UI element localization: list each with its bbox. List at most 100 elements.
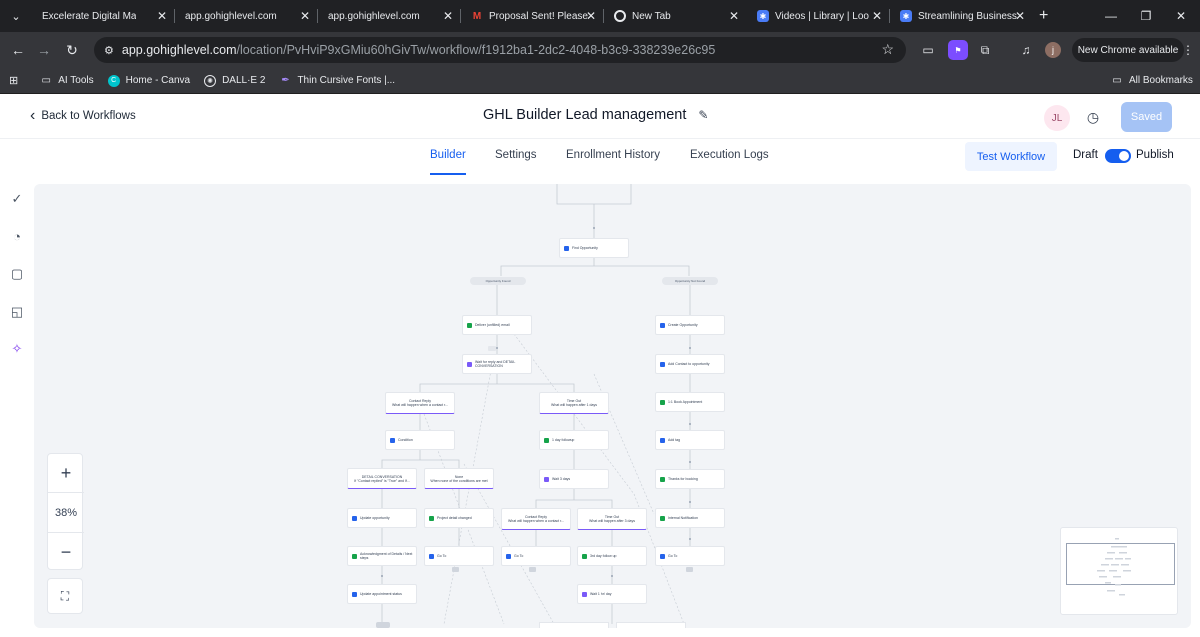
tab-execution-logs[interactable]: Execution Logs [690, 149, 769, 161]
tab-settings[interactable]: Settings [495, 149, 537, 161]
workflow-canvas[interactable]: Opportunity Found Opportunity Not Found … [34, 184, 1191, 628]
action-node[interactable]: Find Opportunity [559, 238, 629, 258]
extension-badge-icon[interactable]: ⚑ [948, 40, 968, 60]
check-circle-icon[interactable]: ✓ [9, 191, 25, 207]
browser-tab[interactable]: ✱ Videos | Library | Loo ✕ [747, 0, 890, 32]
action-node[interactable]: Create Opportunity [655, 315, 725, 335]
branch-node[interactable]: DETAIL CONVERSATION If "Contact replied" … [347, 468, 417, 489]
branch-node[interactable]: Time Out What will happen after 3 days [577, 508, 647, 530]
restore-icon[interactable]: ❐ [1127, 0, 1165, 32]
comment-icon[interactable]: ▢ [9, 266, 25, 282]
action-node[interactable]: Add tag [655, 430, 725, 450]
email-icon [352, 553, 357, 559]
close-tab-icon[interactable]: ✕ [157, 9, 167, 23]
publish-toggle[interactable] [1105, 149, 1131, 163]
folder-icon: ▭ [1112, 75, 1122, 86]
action-node[interactable]: Project detail changed [424, 508, 494, 528]
back-to-workflows-link[interactable]: ‹ Back to Workflows [30, 107, 136, 125]
close-tab-icon[interactable]: ✕ [729, 9, 739, 23]
saved-button[interactable]: Saved [1121, 102, 1172, 132]
close-tab-icon[interactable]: ✕ [586, 9, 596, 23]
pie-chart-icon[interactable]: ◔ [9, 228, 25, 244]
bookmark-dalle[interactable]: ✺ DALL·E 2 [204, 74, 265, 87]
action-node[interactable]: Wait 1 hr/ day [577, 584, 647, 604]
profile-avatar[interactable]: j [1045, 42, 1061, 58]
bookmark-star-icon[interactable]: ☆ [881, 41, 894, 58]
browser-tab[interactable]: M Proposal Sent! Please ✕ [461, 0, 604, 32]
branch-pill-found[interactable]: Opportunity Found [470, 277, 526, 285]
browser-tab[interactable]: Excelerate Digital Ma ✕ [32, 0, 175, 32]
action-node[interactable]: 1:1 Book Appointment [655, 392, 725, 412]
close-tab-icon[interactable]: ✕ [872, 9, 882, 23]
browser-tab[interactable]: app.gohighlevel.com ✕ [318, 0, 461, 32]
new-chrome-available-button[interactable]: New Chrome available [1072, 38, 1184, 62]
action-node[interactable] [539, 622, 609, 628]
node-label: Internal Notification [668, 516, 698, 520]
action-node[interactable]: Condition [385, 430, 455, 450]
test-workflow-button[interactable]: Test Workflow [965, 142, 1057, 171]
branch-node[interactable]: Contact Reply What will happen when a con… [501, 508, 571, 530]
branch-node[interactable]: None When none of the conditions are met [424, 468, 494, 489]
close-window-icon[interactable]: ✕ [1162, 0, 1200, 32]
forward-icon[interactable]: → [30, 36, 58, 64]
action-node[interactable]: Wait 3 days [539, 469, 609, 489]
action-node[interactable]: Update appointment status [347, 584, 417, 604]
action-node[interactable]: 3rd day follow up [577, 546, 647, 566]
extensions-icon[interactable]: ⧉ [975, 40, 995, 60]
bookmark-ai-tools[interactable]: ▭ AI Tools [40, 75, 93, 87]
branch-node[interactable]: Contact Reply What will happen when a con… [385, 392, 455, 414]
action-node[interactable]: Acknowledgment of Details / Next steps [347, 546, 417, 566]
tab-builder[interactable]: Builder [430, 149, 466, 175]
minimap[interactable] [1060, 527, 1178, 615]
action-node[interactable]: Go To [655, 546, 725, 566]
opportunity-icon [660, 322, 665, 328]
minimize-icon[interactable]: — [1092, 0, 1130, 32]
action-node[interactable]: Add Contact to opportunity [655, 354, 725, 374]
history-icon[interactable]: ◷ [1083, 107, 1103, 127]
bookmark-canva[interactable]: C Home - Canva [107, 74, 190, 87]
zoom-out-button[interactable]: − [48, 533, 84, 571]
all-bookmarks[interactable]: ▭ All Bookmarks [1111, 75, 1193, 87]
note-icon[interactable]: ◱ [9, 304, 25, 320]
tag-icon [660, 437, 665, 443]
calendar-icon [352, 591, 357, 597]
reload-icon[interactable]: ↻ [58, 36, 86, 64]
ai-sparkle-icon[interactable]: ✧ [9, 341, 25, 357]
close-tab-icon[interactable]: ✕ [1015, 9, 1025, 23]
action-node[interactable] [616, 622, 686, 628]
close-tab-icon[interactable]: ✕ [300, 9, 310, 23]
tab-search-icon[interactable]: ⌄ [0, 0, 32, 32]
user-avatar[interactable]: JL [1044, 105, 1070, 131]
branch-pill-not-found[interactable]: Opportunity Not Found [662, 277, 718, 285]
back-icon[interactable]: ← [4, 36, 32, 64]
browser-tab[interactable]: New Tab ✕ [604, 0, 747, 32]
browser-tab[interactable]: app.gohighlevel.com ✕ [175, 0, 318, 32]
fit-to-screen-icon[interactable]: ⛶ [47, 578, 83, 614]
action-node[interactable]: Deliver (unfilled) email [462, 315, 532, 335]
edit-pencil-icon[interactable]: ✎ [698, 108, 708, 122]
node-label: Go To [668, 554, 678, 558]
zoom-in-button[interactable]: + [48, 454, 84, 492]
chrome-menu-icon[interactable]: ⋮ [1178, 40, 1198, 60]
site-settings-icon[interactable]: ⚙ [104, 44, 114, 57]
branch-node[interactable]: Time Out What will happen after 1 days [539, 392, 609, 414]
action-node[interactable]: Go To [424, 546, 494, 566]
goto-icon [660, 553, 665, 559]
reading-mode-icon[interactable]: ▭ [918, 40, 938, 60]
action-node[interactable]: Update opportunity [347, 508, 417, 528]
action-node[interactable]: Internal Notification [655, 508, 725, 528]
tab-enrollment-history[interactable]: Enrollment History [566, 149, 660, 161]
action-node[interactable]: Go To [501, 546, 571, 566]
openai-icon: ✺ [204, 74, 217, 87]
media-controls-icon[interactable]: ♫ [1016, 40, 1036, 60]
apps-grid-icon[interactable]: ⊞ [9, 74, 18, 87]
address-bar[interactable]: ⚙ app.gohighlevel.com /location/PvHviP9x… [94, 37, 906, 63]
bookmark-cursive-fonts[interactable]: ✒ Thin Cursive Fonts |... [279, 75, 395, 87]
new-tab-icon[interactable]: + [1039, 7, 1048, 25]
action-node[interactable]: Wait for reply and DETAIL CONVERSATION [462, 354, 532, 374]
action-node[interactable]: 1 day followup [539, 430, 609, 450]
action-node[interactable]: Thanks for booking [655, 469, 725, 489]
close-tab-icon[interactable]: ✕ [443, 9, 453, 23]
browser-tab[interactable]: ✱ Streamlining Business ✕ [890, 0, 1033, 32]
back-label: Back to Workflows [41, 110, 136, 122]
